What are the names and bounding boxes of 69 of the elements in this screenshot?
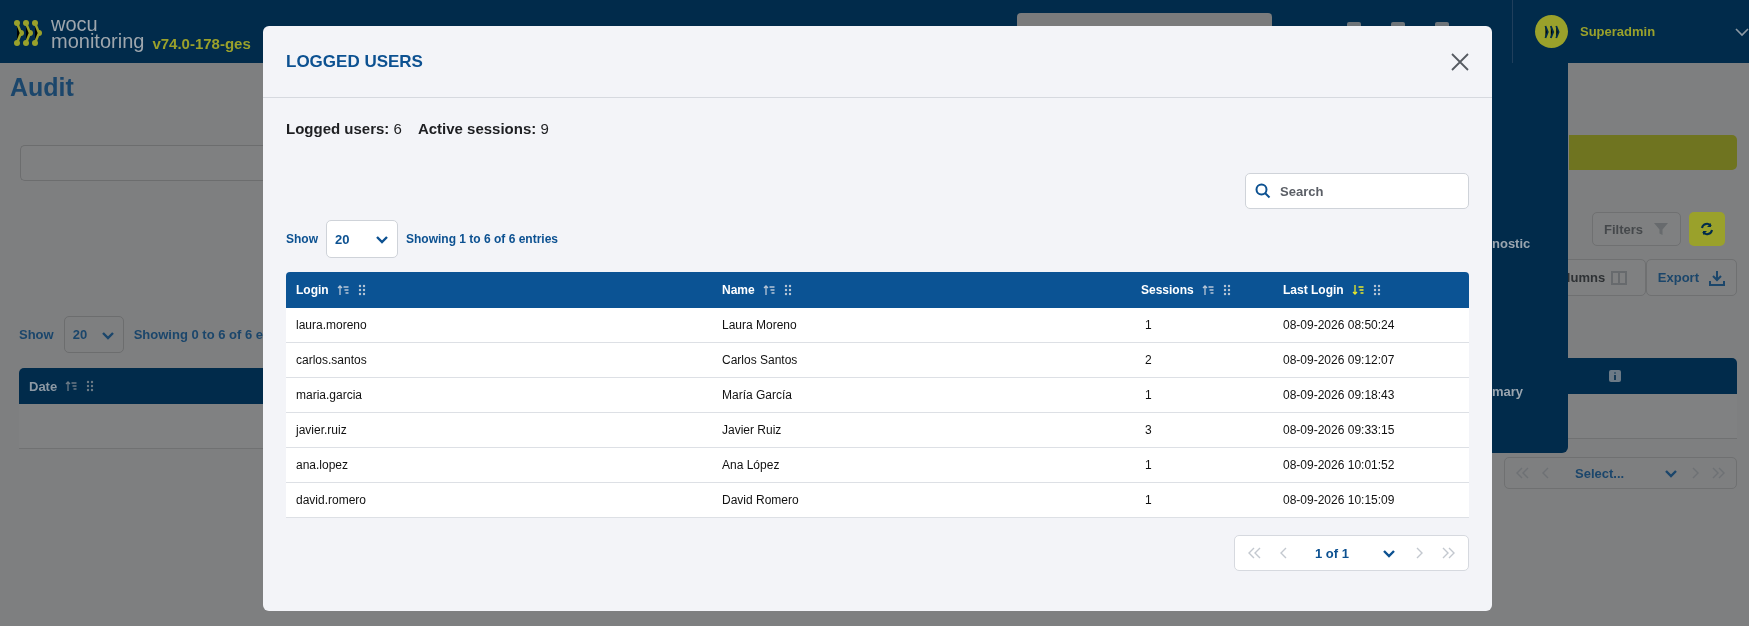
chevron-down-icon[interactable]	[1735, 26, 1749, 37]
table-cell-text: javier.ruiz	[294, 423, 348, 437]
sort-icon[interactable]	[336, 284, 350, 296]
menu-item[interactable]: nostic	[1492, 236, 1568, 251]
table-cell-text: carlos.santos	[295, 353, 368, 367]
sort-icon[interactable]	[1201, 284, 1215, 296]
filter-icon	[1653, 221, 1669, 237]
table-cell-text: Laura Moreno	[721, 318, 798, 332]
search-field[interactable]: Search	[1245, 173, 1469, 209]
sort-icon	[65, 380, 79, 392]
dialog-title: LOGGED USERS	[286, 51, 423, 72]
drag-handle-icon[interactable]	[1372, 284, 1381, 296]
sort-icon[interactable]	[762, 284, 776, 296]
column-header[interactable]: Name	[722, 283, 755, 297]
column-header[interactable]: Date	[29, 378, 58, 394]
table-cell-text: david.romero	[295, 493, 368, 507]
column-header[interactable]: Sessions	[1141, 283, 1194, 297]
table-cell-text: 1	[1144, 458, 1153, 472]
menu-item[interactable]: mary	[1492, 384, 1568, 399]
table-cell-text: maria.garcia	[295, 388, 364, 402]
logo-icon	[13, 19, 43, 47]
filter-field[interactable]	[20, 145, 263, 181]
drag-handle-icon	[86, 380, 95, 392]
table-cell-text: 08-09-2026 10:01:52	[1282, 458, 1396, 472]
table-cell-text: 1	[1144, 318, 1153, 332]
table-cell-text: laura.moreno	[295, 318, 368, 332]
columns-icon	[1611, 270, 1628, 285]
logo-text: wocu	[51, 16, 98, 33]
summary-text: Logged users: 6	[286, 120, 402, 137]
table-cell-text: 2	[1144, 353, 1153, 367]
table-cell-text: Javier Ruiz	[721, 423, 783, 437]
table-cell-text: 08-09-2026 09:33:15	[1282, 423, 1396, 437]
download-icon	[1709, 269, 1725, 286]
version-label: v74.0-178-ges	[152, 35, 251, 52]
refresh-button[interactable]	[1689, 212, 1725, 246]
search-icon	[1255, 183, 1271, 199]
chevron-down-icon	[375, 233, 389, 245]
show-label: Show	[19, 327, 54, 342]
show-label: Show	[286, 232, 318, 246]
page-title: Audit	[10, 73, 75, 103]
refresh-icon	[1700, 222, 1714, 236]
column-header[interactable]: Login	[296, 283, 329, 297]
info-icon	[1608, 370, 1621, 382]
table-cell-text: Carlos Santos	[721, 353, 799, 367]
table-cell-text: 08-09-2026 08:50:24	[1282, 318, 1396, 332]
page-size-select[interactable]: 20	[326, 220, 398, 258]
sort-icon[interactable]	[1351, 284, 1365, 296]
entries-info: Showing 1 to 6 of 6 entries	[406, 232, 559, 246]
table-cell-text: 08-09-2026 09:18:43	[1282, 388, 1396, 402]
page-select[interactable]: 1 of 1	[1307, 545, 1366, 561]
drag-handle-icon[interactable]	[1222, 284, 1231, 296]
column-header[interactable]: Last Login	[1283, 283, 1344, 297]
table-cell-text: 08-09-2026 09:12:07	[1282, 353, 1396, 367]
drag-handle-icon[interactable]	[783, 284, 792, 296]
chevron-down-icon[interactable]	[1382, 547, 1396, 559]
logo-text: monitoring	[51, 33, 145, 50]
table-cell-text: Ana López	[721, 458, 781, 472]
table-cell-text: David Romero	[721, 493, 800, 507]
table-cell-text: 1	[1144, 388, 1153, 402]
drag-handle-icon[interactable]	[357, 284, 366, 296]
table-cell-text: ana.lopez	[295, 458, 350, 472]
close-icon[interactable]	[1451, 52, 1469, 71]
table-cell-text: María García	[721, 388, 794, 402]
table-cell-text: 3	[1144, 423, 1153, 437]
table-cell-text: 08-09-2026 10:15:09	[1282, 493, 1396, 507]
user-name: Superadmin	[1580, 24, 1657, 39]
table-cell-text: 1	[1144, 493, 1153, 507]
summary-text: Active sessions: 9	[417, 120, 549, 137]
entries-info: Showing 0 to 6 of 6 e	[133, 327, 263, 342]
